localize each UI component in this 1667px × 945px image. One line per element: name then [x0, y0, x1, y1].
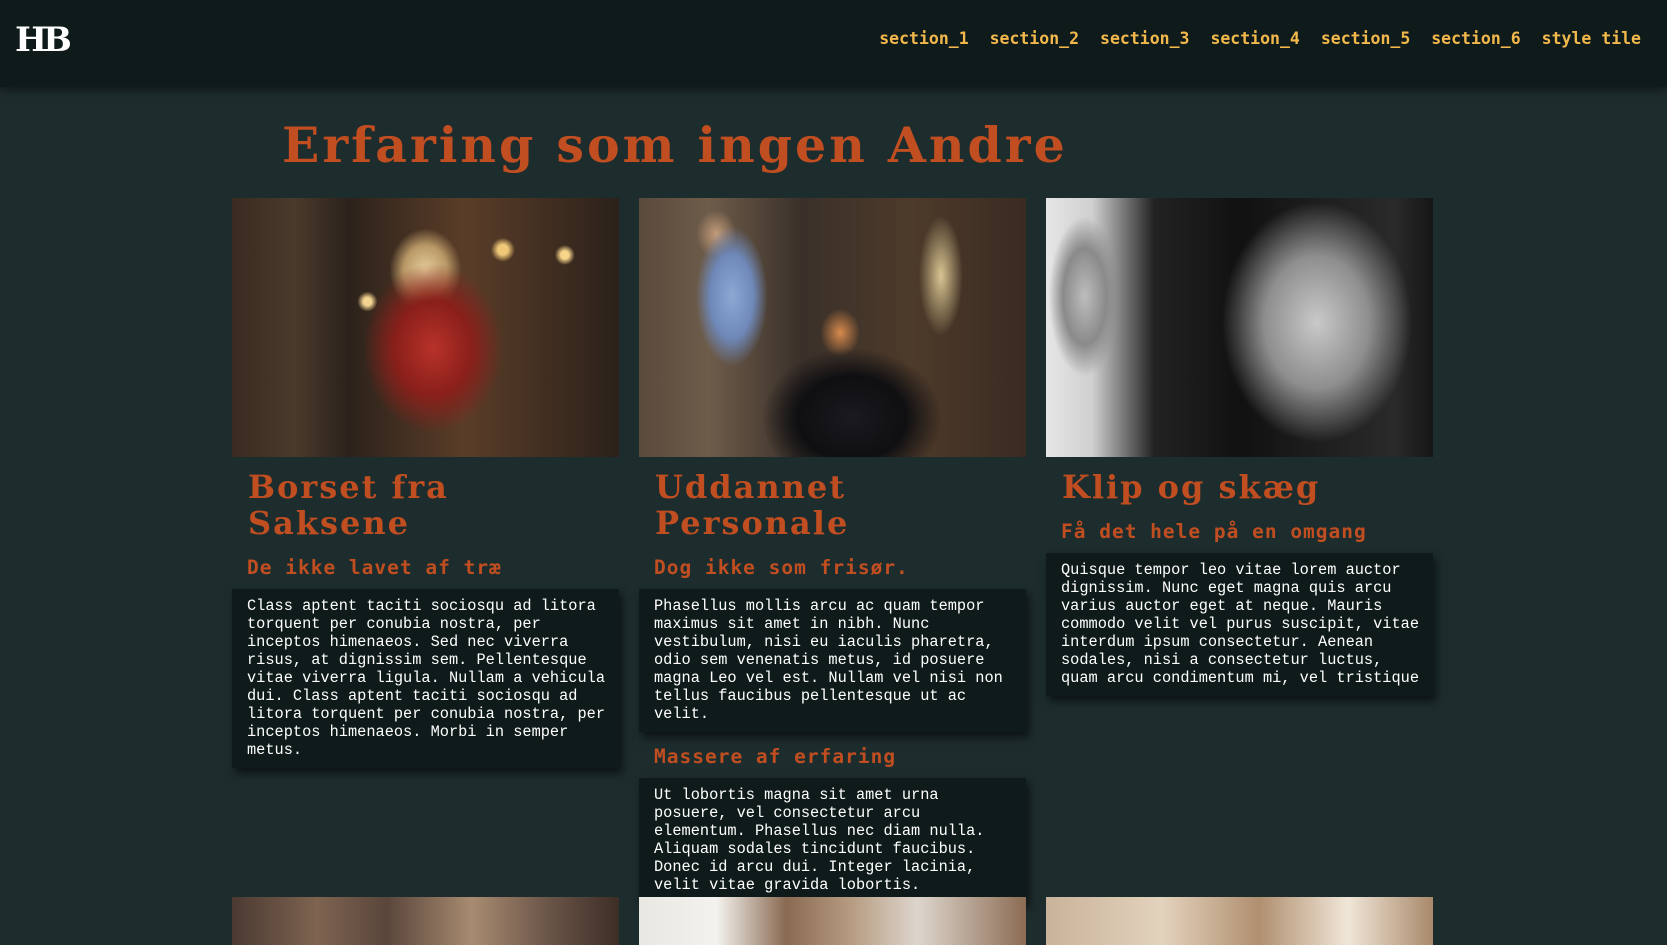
nav-link-section-5[interactable]: section_5: [1321, 27, 1410, 51]
bottom-photo-left: [232, 897, 619, 945]
nav-link-section-1[interactable]: section_1: [879, 27, 968, 51]
main-nav: section_1 section_2 section_3 section_4 …: [879, 27, 1641, 51]
site-header: HB section_1 section_2 section_3 section…: [0, 0, 1667, 87]
card-body: Phasellus mollis arcu ac quam tempor max…: [639, 589, 1026, 732]
bottom-photo-center: [639, 897, 1026, 945]
nav-link-section-3[interactable]: section_3: [1100, 27, 1189, 51]
card-title: Klip og skæg: [1062, 468, 1321, 506]
nav-link-section-2[interactable]: section_2: [990, 27, 1079, 51]
nav-link-section-4[interactable]: section_4: [1210, 27, 1299, 51]
card-uddannet-personale: Uddannet Personale Dog ikke som frisør. …: [639, 198, 1026, 903]
nav-link-section-6[interactable]: section_6: [1431, 27, 1520, 51]
bottom-photo-right: [1046, 897, 1433, 945]
page-title: Erfaring som ingen Andre: [282, 116, 1068, 174]
nav-link-style-tile[interactable]: style tile: [1542, 27, 1641, 51]
card-subtitle: Få det hele på en omgang: [1061, 520, 1367, 543]
card-subtitle: De ikke lavet af træ: [247, 556, 502, 579]
card-title: Uddannet Personale: [655, 468, 850, 542]
card-body: Class aptent taciti sociosqu ad litora t…: [232, 589, 619, 768]
card-subtitle: Dog ikke som frisør.: [654, 556, 909, 579]
card-borset-fra-saksene: Borset fra Saksene De ikke lavet af træ …: [232, 198, 619, 768]
card-klip-og-skaeg: Klip og skæg Få det hele på en omgang Qu…: [1046, 198, 1433, 696]
card-title: Borset fra Saksene: [248, 468, 449, 542]
card-body-secondary: Ut lobortis magna sit amet urna posuere,…: [639, 778, 1026, 903]
card-body: Quisque tempor leo vitae lorem auctor di…: [1046, 553, 1433, 696]
card-photo-barber-and-client: [639, 198, 1026, 457]
card-photo-hairdresser-with-scissors: [232, 198, 619, 457]
logo[interactable]: HB: [15, 20, 72, 60]
card-subtitle-secondary: Massere af erfaring: [654, 745, 897, 768]
card-photo-mustache-trim: [1046, 198, 1433, 457]
